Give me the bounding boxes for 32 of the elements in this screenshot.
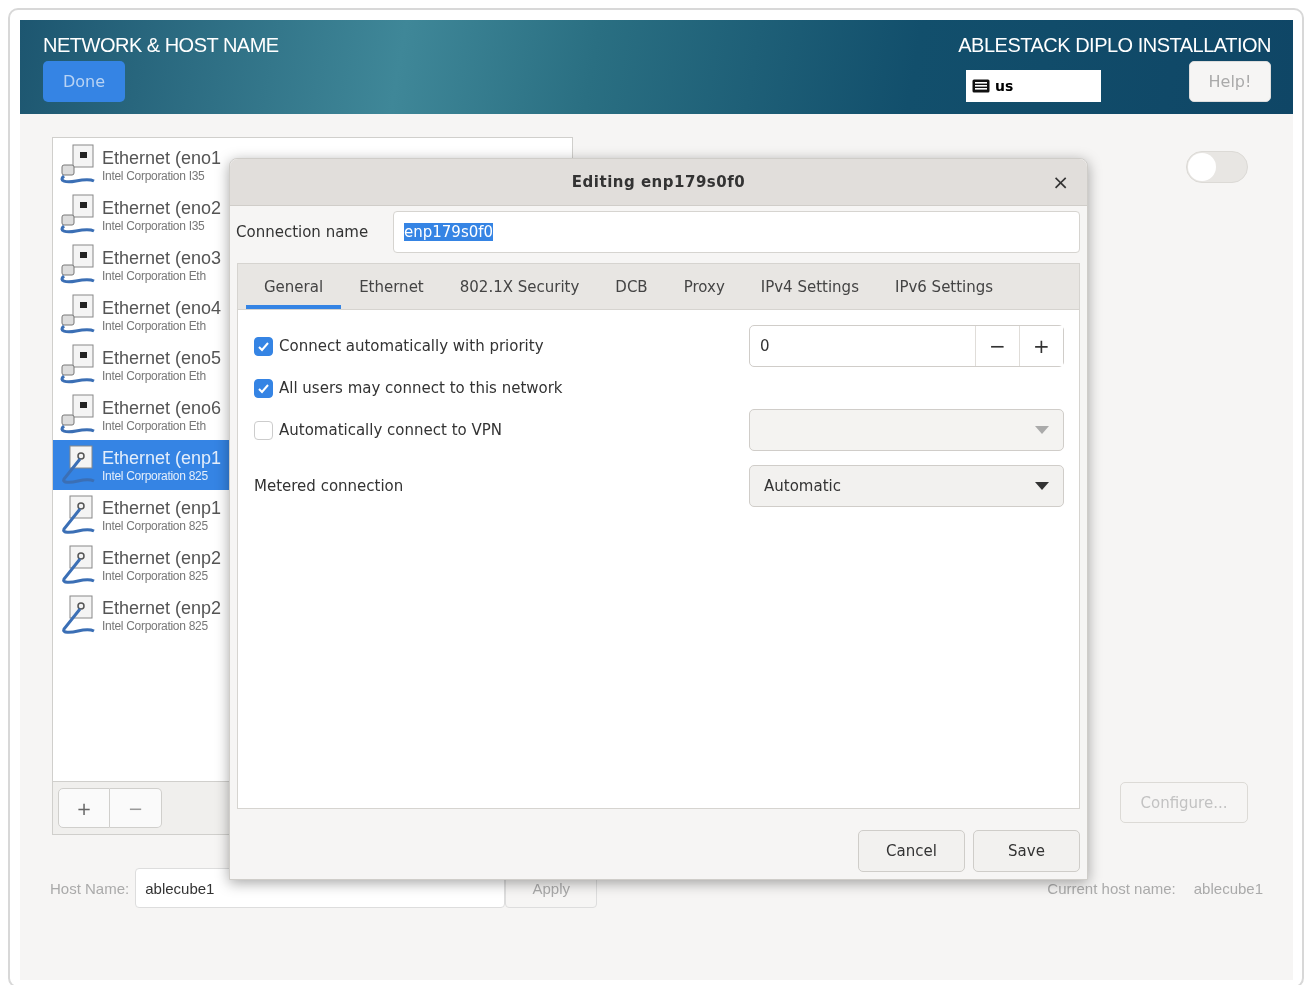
connection-description: Intel Corporation 825 — [102, 618, 209, 633]
connection-description: Intel Corporation I35 — [102, 218, 206, 233]
connection-name: Ethernet (eno4 — [102, 297, 222, 319]
connection-description: Intel Corporation Eth — [102, 368, 207, 383]
connection-name: Ethernet (eno5 — [102, 347, 222, 369]
connection-name: Ethernet (enp1 — [102, 497, 222, 519]
priority-value: 0 — [759, 336, 771, 357]
host-name-label: Host Name: — [50, 879, 130, 897]
connection-description: Intel Corporation 825 — [102, 468, 209, 483]
checkbox-label: Connect automatically with priority — [279, 337, 544, 355]
connection-description: Intel Corporation 825 — [102, 568, 209, 583]
connection-name: Ethernet (eno2 — [102, 197, 222, 219]
checkbox-label: All users may connect to this network — [279, 379, 563, 397]
checkbox-label: Automatically connect to VPN — [279, 421, 502, 439]
connection-name: Ethernet (enp2 — [102, 547, 222, 569]
connection-name: Ethernet (enp2 — [102, 597, 222, 619]
page-title: NETWORK & HOST NAME — [43, 34, 279, 57]
dialog-title: Editing enp179s0f0 — [571, 173, 746, 191]
connection-name: Ethernet (enp1 — [102, 447, 222, 469]
connection-description: Intel Corporation Eth — [102, 268, 207, 283]
connection-name: Ethernet (eno6 — [102, 397, 222, 419]
connection-name: Ethernet (eno3 — [102, 247, 222, 269]
connection-name: Ethernet (eno1 — [102, 147, 222, 169]
metered-label: Metered connection — [254, 476, 405, 495]
current-host-label: Current host name: — [1047, 879, 1176, 897]
connection-description: Intel Corporation Eth — [102, 418, 207, 433]
product-title: ABLESTACK DIPLO INSTALLATION — [958, 34, 1271, 57]
current-host-value: ablecube1 — [1193, 879, 1263, 897]
field-label: Connection name — [236, 223, 370, 241]
connection-description: Intel Corporation I35 — [102, 168, 206, 183]
connection-description: Intel Corporation Eth — [102, 318, 207, 333]
connection-description: Intel Corporation 825 — [102, 518, 209, 533]
